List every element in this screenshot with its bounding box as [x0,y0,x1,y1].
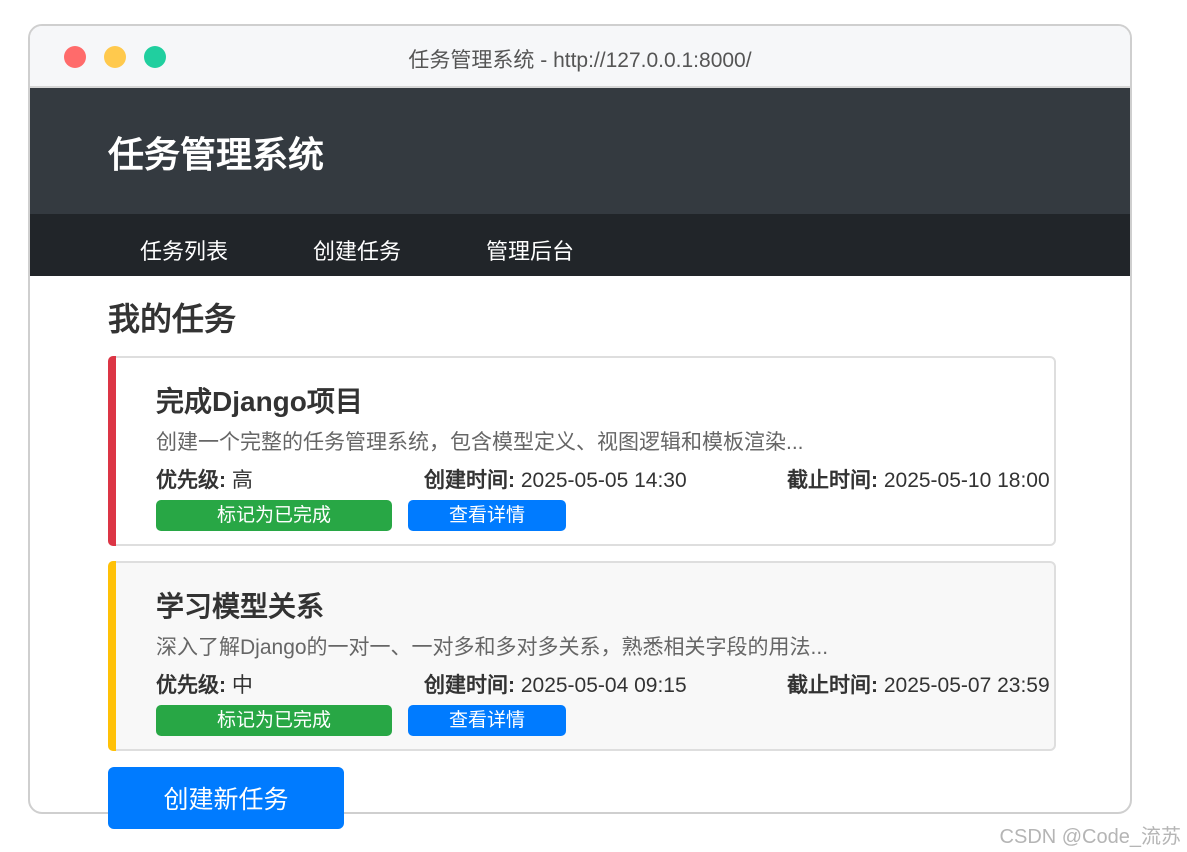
task-card: 完成Django项目 创建一个完整的任务管理系统，包含模型定义、视图逻辑和模板渲… [108,356,1056,546]
browser-window: 任务管理系统 - http://127.0.0.1:8000/ 任务管理系统 任… [28,24,1132,829]
mark-complete-button[interactable]: 标记为已完成 [156,705,392,736]
task-card: 学习模型关系 深入了解Django的一对一、一对多和多对多关系，熟悉相关字段的用… [108,561,1056,751]
task-priority: 优先级: 高 [156,464,253,494]
mark-complete-button[interactable]: 标记为已完成 [156,500,392,531]
create-new-task-button[interactable]: 创建新任务 [108,767,344,829]
due-value: 2025-05-07 23:59 [883,674,1050,697]
task-due-at: 截止时间: 2025-05-10 18:00 [787,464,1050,494]
created-value: 2025-05-04 09:15 [520,674,687,697]
watermark: CSDN @Code_流苏 [999,826,1181,848]
task-title: 完成Django项目 [156,386,363,417]
task-created-at: 创建时间: 2025-05-05 14:30 [424,464,687,494]
app-header: 任务管理系统 [30,88,1130,214]
created-label: 创建时间: [424,469,515,492]
priority-stripe [108,356,116,546]
task-due-at: 截止时间: 2025-05-07 23:59 [787,669,1050,699]
app-title: 任务管理系统 [108,134,325,175]
due-label: 截止时间: [787,469,878,492]
created-value: 2025-05-05 14:30 [520,469,687,492]
window-title: 任务管理系统 - http://127.0.0.1:8000/ [408,49,752,72]
window-titlebar: 任务管理系统 - http://127.0.0.1:8000/ [30,26,1130,88]
page-title: 我的任务 [108,301,237,337]
nav-item-task-list[interactable]: 任务列表 [140,234,228,266]
view-details-button[interactable]: 查看详情 [408,705,566,736]
priority-value: 高 [231,469,253,492]
priority-value: 中 [231,674,253,697]
priority-label: 优先级: [156,674,226,697]
task-created-at: 创建时间: 2025-05-04 09:15 [424,669,687,699]
task-description: 深入了解Django的一对一、一对多和多对多关系，熟悉相关字段的用法... [156,636,829,659]
priority-stripe [108,561,116,751]
due-label: 截止时间: [787,674,878,697]
created-label: 创建时间: [424,674,515,697]
main-nav: 任务列表 创建任务 管理后台 [30,214,1130,276]
nav-item-admin[interactable]: 管理后台 [486,234,574,266]
task-priority: 优先级: 中 [156,669,253,699]
view-details-button[interactable]: 查看详情 [408,500,566,531]
nav-item-create-task[interactable]: 创建任务 [313,234,401,266]
due-value: 2025-05-10 18:00 [883,469,1050,492]
priority-label: 优先级: [156,469,226,492]
task-description: 创建一个完整的任务管理系统，包含模型定义、视图逻辑和模板渲染... [156,431,804,454]
task-title: 学习模型关系 [156,591,325,622]
